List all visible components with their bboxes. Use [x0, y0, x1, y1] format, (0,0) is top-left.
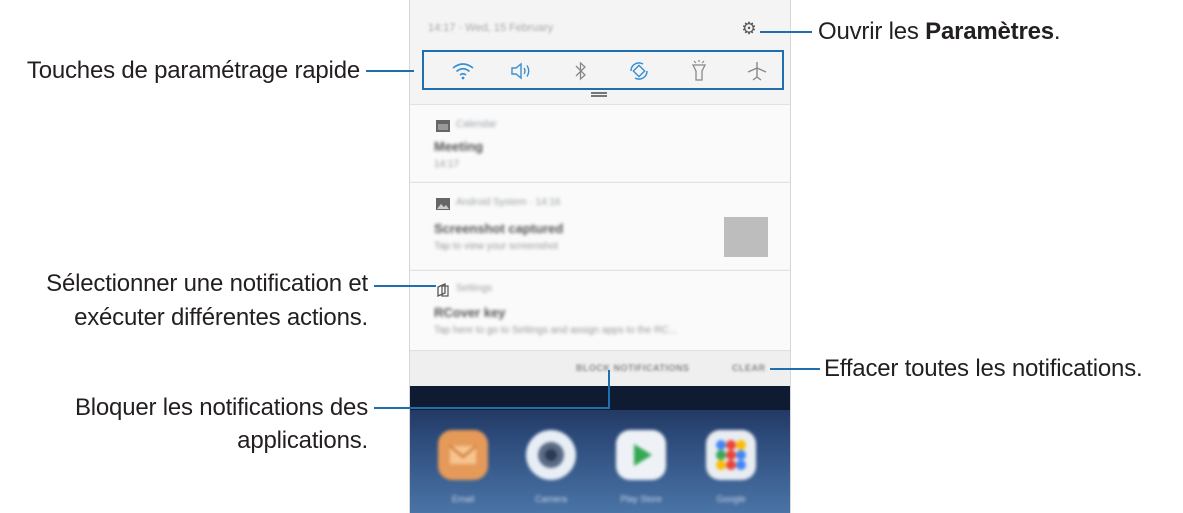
block-leader-line-vertical [608, 370, 610, 409]
cover-icon [436, 283, 450, 302]
settings-callout: Ouvrir les Paramètres. [818, 18, 1061, 45]
panel-drag-handle[interactable] [591, 92, 607, 97]
notification-title: Screenshot captured [434, 221, 564, 236]
select-notification-leader-line [374, 285, 436, 287]
notification-card[interactable]: Calendar Meeting 14:17 [410, 104, 790, 181]
clear-button[interactable]: CLEAR [732, 363, 766, 373]
clear-all-leader-line [770, 368, 820, 370]
calendar-icon [436, 119, 450, 137]
quick-settings-callout: Touches de paramétrage rapide [26, 57, 360, 84]
block-callout-line1: Bloquer les notifications des [74, 394, 368, 421]
block-leader-line [374, 407, 610, 409]
bluetooth-icon[interactable] [568, 60, 594, 82]
wifi-icon[interactable] [450, 60, 476, 82]
status-datetime: 14:17 · Wed, 15 February [428, 22, 554, 34]
app-label: Camera [534, 494, 567, 504]
notification-subtitle: 14:17 [434, 159, 460, 170]
notification-subtitle: Tap here to go to Settings and assign ap… [434, 325, 677, 336]
select-notification-callout-line1: Sélectionner une notification et [46, 270, 368, 297]
select-notification-callout-line2: exécuter différentes actions. [74, 304, 368, 331]
notification-app-name: Android System · 14:16 [456, 197, 561, 208]
block-notifications-button[interactable]: BLOCK NOTIFICATIONS [576, 363, 689, 373]
notification-card[interactable]: Android System · 14:16 Screenshot captur… [410, 182, 790, 269]
notification-actions-bar: BLOCK NOTIFICATIONS CLEAR [410, 350, 790, 387]
gear-icon[interactable]: ⚙ [740, 20, 758, 38]
quick-settings-leader-line [366, 70, 414, 72]
screenshot-thumbnail [724, 217, 768, 257]
sound-icon[interactable] [508, 60, 534, 82]
flashlight-icon[interactable] [686, 60, 712, 82]
block-callout-line2: applications. [237, 427, 368, 454]
status-bar: 14:17 · Wed, 15 February ⚙ [410, 0, 790, 52]
app-label: Email [451, 494, 475, 504]
google-folder-icon[interactable] [706, 430, 756, 480]
settings-leader-line [760, 31, 812, 33]
airplane-icon[interactable] [744, 60, 770, 82]
camera-app-icon[interactable] [526, 430, 576, 480]
image-icon [436, 197, 450, 215]
notification-title: RCover key [434, 305, 506, 320]
notification-title: Meeting [434, 139, 484, 154]
notification-subtitle: Tap to view your screenshot [434, 241, 558, 252]
auto-rotate-icon[interactable] [626, 60, 652, 82]
app-label: Play Store [620, 494, 662, 504]
phone-screen: 14:17 · Wed, 15 February ⚙ Calendar Meet… [410, 0, 790, 513]
notification-app-name: Calendar [456, 119, 497, 130]
notification-app-name: Settings [456, 283, 493, 294]
home-screen: Email Camera Play Store Google [410, 386, 790, 513]
clear-all-callout: Effacer toutes les notifications. [824, 355, 1143, 382]
quick-settings-panel [422, 50, 784, 90]
app-label: Google [716, 494, 746, 504]
email-app-icon[interactable] [438, 430, 488, 480]
notification-card[interactable]: Settings RCover key Tap here to go to Se… [410, 270, 790, 351]
play-store-app-icon[interactable] [616, 430, 666, 480]
